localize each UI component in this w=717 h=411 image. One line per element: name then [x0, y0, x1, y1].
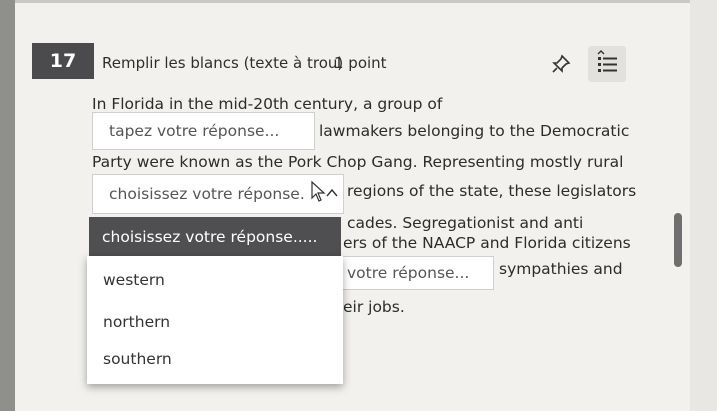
dropdown-menu: western northern southern: [87, 256, 343, 384]
passage-line-4: regions of the state, these legislators: [347, 182, 637, 200]
passage-line-8: eir jobs.: [343, 298, 405, 316]
blank-3-placeholder: votre réponse...: [347, 264, 470, 282]
blank-3-input[interactable]: votre réponse...: [341, 256, 494, 290]
question-points: 1 point: [334, 54, 387, 72]
dropdown-option-northern[interactable]: northern: [103, 313, 170, 331]
question-type: Remplir les blancs (texte à trou): [102, 54, 344, 72]
blank-2-placeholder: choisissez votre réponse.: [109, 185, 305, 203]
dropdown-option-southern[interactable]: southern: [103, 350, 172, 368]
question-number: 17: [32, 43, 94, 79]
dropdown-option-western[interactable]: western: [103, 271, 165, 289]
passage-line-7: sympathies and: [499, 260, 623, 278]
list-icon: [597, 50, 617, 72]
blank-4-label: choisissez votre réponse.....: [102, 228, 318, 246]
blank-1-input[interactable]: tapez votre réponse...: [92, 112, 315, 150]
pin-icon[interactable]: [550, 53, 572, 75]
cursor-icon: [309, 180, 339, 208]
passage-line-3: Party were known as the Pork Chop Gang. …: [92, 153, 624, 171]
blank-1-placeholder: tapez votre réponse...: [109, 122, 280, 140]
scrollbar[interactable]: [674, 213, 682, 267]
passage-line-5: cades. Segregationist and anti: [347, 214, 584, 232]
divider: [15, 0, 690, 3]
blank-4-dropdown-selected[interactable]: choisissez votre réponse.....: [89, 217, 341, 257]
passage-line-2: lawmakers belonging to the Democratic: [319, 122, 630, 140]
passage-line-1: In Florida in the mid-20th century, a gr…: [92, 95, 443, 113]
passage-line-6: ers of the NAACP and Florida citizens: [343, 234, 631, 252]
question-list-button[interactable]: [588, 46, 626, 82]
blank-2-dropdown[interactable]: choisissez votre réponse.: [92, 174, 344, 214]
side-strip: [690, 0, 717, 411]
